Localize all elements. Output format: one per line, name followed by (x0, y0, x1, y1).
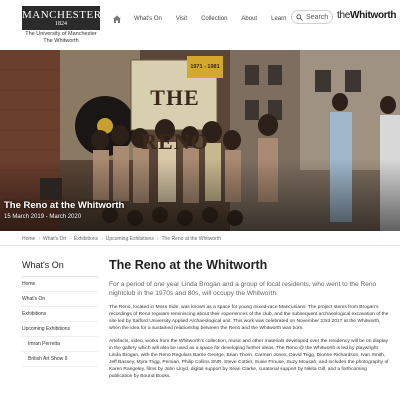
breadcrumb-divider (0, 245, 400, 246)
sidebar-item-home[interactable]: Home (22, 277, 98, 292)
sign-years: 1971 - 1981 (190, 64, 220, 70)
breadcrumb-separator: › (101, 236, 103, 242)
logo-box: MANCHESTER 1824 (22, 6, 102, 30)
breadcrumb-exhibitions[interactable]: Exhibitions (74, 236, 98, 242)
breadcrumb: Home › What's On › Exhibitions › Upcomin… (22, 236, 221, 242)
logo-year: 1824 (55, 21, 67, 27)
sign-title: THE RENO (141, 85, 209, 154)
nav-collection[interactable]: Collection (201, 16, 227, 22)
search-button[interactable]: Search (291, 10, 333, 24)
breadcrumb-separator: › (38, 236, 41, 242)
search-icon (296, 13, 303, 21)
breadcrumb-current: The Reno at the Whitworth (161, 236, 221, 242)
whitworth-brand[interactable]: theWhitworth (337, 10, 397, 21)
hero-title: The Reno at the Whitworth (4, 200, 125, 211)
breadcrumb-home[interactable]: Home (22, 236, 35, 242)
sidebar-item-exhibitions[interactable]: Exhibitions (22, 307, 98, 322)
nav-visit[interactable]: Visit (176, 16, 187, 22)
hero-caption: The Reno at the Whitworth 15 March 2019 … (4, 200, 124, 220)
page-title: The Reno at the Whitworth (109, 258, 268, 272)
breadcrumb-whats-on[interactable]: What's On (43, 236, 66, 242)
sidebar-item-upcoming-exhibitions[interactable]: Upcoming Exhibitions (22, 322, 98, 337)
university-logo[interactable]: MANCHESTER 1824 The University of Manche… (22, 6, 102, 45)
hero-banner: THE RENO 1971 - 1981 The Reno at the Whi… (0, 50, 400, 231)
brand-the: the (337, 10, 351, 21)
main-nav: What's On Visit Collection About Learn (112, 12, 300, 26)
logo-subtitle-whitworth: The Whitworth (43, 38, 79, 44)
logo-name: MANCHESTER (22, 9, 102, 21)
logo-subtitle-university: The University of Manchester (25, 31, 97, 37)
breadcrumb-upcoming[interactable]: Upcoming Exhibitions (106, 236, 154, 242)
breadcrumb-separator: › (156, 236, 159, 242)
sidebar: What's On Home What's On Exhibitions Upc… (22, 260, 98, 367)
body-paragraph-1: The Reno, located in Moss Side, was know… (109, 305, 389, 331)
sidebar-item-whats-on[interactable]: What's On (22, 292, 98, 307)
nav-about[interactable]: About (241, 16, 257, 22)
sidebar-subitem-british-art-show[interactable]: British Art Show 9 (22, 352, 98, 367)
body-paragraph-2: Artefacts, video, works from the Whitwor… (109, 339, 389, 379)
brand-name: Whitworth (350, 10, 397, 21)
hero-dates: 15 March 2019 - March 2020 (4, 214, 82, 220)
site-header: MANCHESTER 1824 The University of Manche… (0, 0, 400, 50)
nav-learn[interactable]: Learn (271, 16, 286, 22)
sidebar-title: What's On (22, 260, 98, 277)
breadcrumb-separator: › (69, 236, 71, 242)
main-content: The Reno at the Whitworth For a period o… (109, 258, 391, 380)
search-label: Search (306, 13, 329, 21)
home-icon[interactable] (112, 14, 122, 24)
sidebar-subitem-imran-perretta[interactable]: Imran Perretta (22, 337, 98, 352)
lead-paragraph: For a period of one year Linda Brogan an… (109, 281, 377, 297)
nav-whats-on[interactable]: What's On (134, 16, 162, 22)
